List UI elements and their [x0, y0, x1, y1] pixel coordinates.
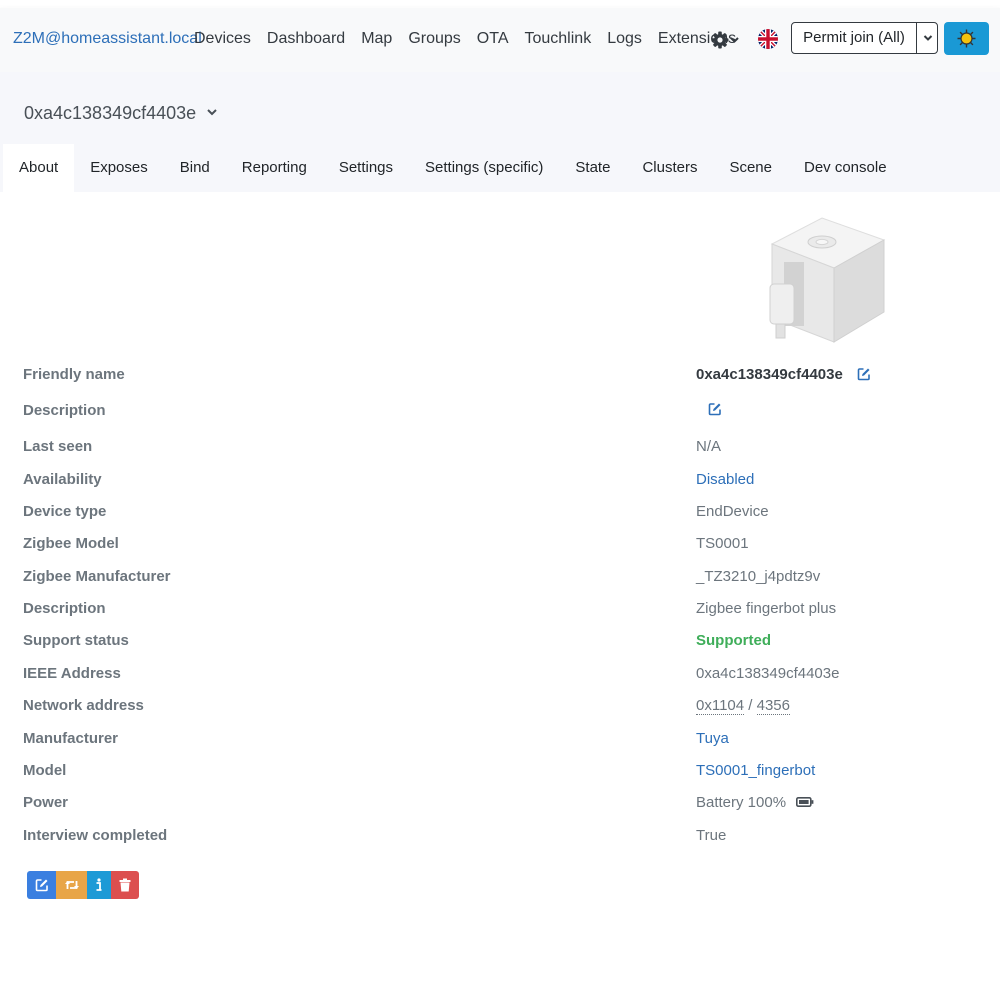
friendly-name-label: Friendly name	[23, 366, 125, 383]
permit-join-group: Permit join (All)	[791, 22, 938, 54]
device-selector-value: 0xa4c138349cf4403e	[24, 103, 197, 123]
uk-flag-icon[interactable]	[758, 29, 778, 49]
zigbee-model-label: Zigbee Model	[23, 535, 119, 552]
availability-link[interactable]: Disabled	[696, 471, 754, 488]
edit-friendly-name-button[interactable]	[857, 367, 871, 381]
interview-completed-value: True	[696, 827, 727, 844]
nav-ota[interactable]: OTA	[477, 30, 509, 48]
power-value: Battery 100%	[696, 794, 814, 811]
reconfigure-button[interactable]	[56, 871, 87, 899]
retweet-icon	[64, 881, 79, 889]
edit-icon	[35, 879, 48, 892]
device-selector[interactable]: 0xa4c138349cf4403e	[24, 103, 219, 124]
rename-device-button[interactable]	[27, 871, 56, 899]
tab-bind[interactable]: Bind	[164, 144, 226, 192]
chevron-down-icon	[923, 35, 933, 41]
nav-devices[interactable]: Devices	[194, 30, 251, 48]
nav-links: Devices Dashboard Map Groups OTA Touchli…	[194, 30, 752, 48]
tab-settings[interactable]: Settings	[323, 144, 409, 192]
network-address-value: 0x1104 / 4356	[696, 697, 790, 715]
availability-label: Availability	[23, 471, 102, 488]
power-label: Power	[23, 794, 69, 811]
sun-icon	[957, 29, 976, 48]
theme-toggle-button[interactable]	[944, 22, 989, 55]
device-type-value: EndDevice	[696, 503, 769, 520]
chevron-down-icon	[730, 37, 739, 43]
edit-icon	[708, 403, 721, 416]
nav-touchlink[interactable]: Touchlink	[524, 30, 591, 48]
device-image	[760, 214, 890, 344]
model-link[interactable]: TS0001_fingerbot	[696, 762, 815, 779]
interview-completed-label: Interview completed	[23, 827, 168, 844]
permit-join-dropdown-toggle[interactable]	[916, 23, 939, 53]
gear-icon	[711, 31, 739, 49]
network-address-separator: /	[744, 697, 757, 714]
friendly-name-text: 0xa4c138349cf4403e	[696, 366, 843, 383]
manufacturer-label: Manufacturer	[23, 730, 119, 747]
info-icon	[96, 878, 102, 891]
device-actions	[27, 871, 139, 899]
tab-about[interactable]: About	[3, 144, 75, 192]
tab-reporting[interactable]: Reporting	[226, 144, 323, 192]
ieee-address-label: IEEE Address	[23, 665, 121, 682]
brand-link[interactable]: Z2M@homeassistant.local	[13, 30, 202, 48]
support-status-label: Support status	[23, 632, 129, 649]
description-edit-label: Description	[23, 402, 106, 419]
nav-logs[interactable]: Logs	[607, 30, 642, 48]
model-label: Model	[23, 762, 67, 779]
zigbee-model-value: TS0001	[696, 535, 749, 552]
device-tabs: About Exposes Bind Reporting Settings Se…	[3, 144, 903, 192]
ieee-address-value: 0xa4c138349cf4403e	[696, 665, 840, 682]
settings-dropdown[interactable]	[711, 29, 741, 51]
network-address-label: Network address	[23, 697, 144, 714]
tab-settings-specific[interactable]: Settings (specific)	[409, 144, 559, 192]
nav-groups[interactable]: Groups	[408, 30, 460, 48]
tab-clusters[interactable]: Clusters	[626, 144, 713, 192]
tab-exposes[interactable]: Exposes	[74, 144, 164, 192]
network-address-dec: 4356	[756, 697, 790, 715]
edit-icon	[857, 368, 870, 381]
trash-icon	[119, 878, 131, 892]
description-label: Description	[23, 600, 106, 617]
zigbee-manufacturer-label: Zigbee Manufacturer	[23, 568, 171, 585]
chevron-down-icon	[207, 109, 217, 116]
interview-button[interactable]	[87, 871, 111, 899]
remove-device-button[interactable]	[111, 871, 139, 899]
nav-dashboard[interactable]: Dashboard	[267, 30, 345, 48]
zigbee-manufacturer-value: _TZ3210_j4pdtz9v	[696, 568, 821, 585]
support-status-value: Supported	[696, 632, 771, 649]
network-address-hex: 0x1104	[696, 697, 745, 715]
permit-join-button[interactable]: Permit join (All)	[792, 23, 916, 53]
battery-full-icon	[796, 796, 814, 807]
friendly-name-value: 0xa4c138349cf4403e	[696, 366, 871, 383]
tab-scene[interactable]: Scene	[713, 144, 788, 192]
manufacturer-link[interactable]: Tuya	[696, 730, 729, 747]
tab-state[interactable]: State	[559, 144, 626, 192]
last-seen-label: Last seen	[23, 438, 93, 455]
tab-dev-console[interactable]: Dev console	[788, 144, 903, 192]
description-value: Zigbee fingerbot plus	[696, 600, 837, 617]
last-seen-value: N/A	[696, 438, 722, 455]
navbar: Z2M@homeassistant.local Devices Dashboar…	[0, 8, 1000, 72]
edit-description-button[interactable]	[708, 402, 722, 420]
top-strip	[0, 0, 1000, 8]
device-type-label: Device type	[23, 503, 107, 520]
nav-map[interactable]: Map	[361, 30, 392, 48]
power-text: Battery 100%	[696, 794, 787, 811]
